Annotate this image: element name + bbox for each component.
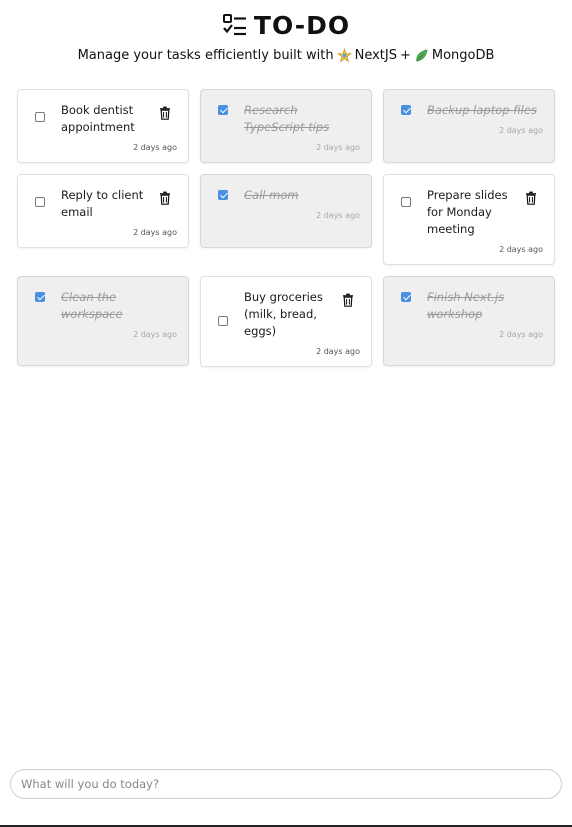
task-checkbox[interactable] [401, 292, 411, 302]
task-timestamp: 2 days ago [316, 143, 360, 152]
trash-icon[interactable] [342, 293, 354, 307]
new-task-input[interactable] [11, 770, 561, 798]
task-text: Prepare slides for Monday meeting [427, 188, 508, 236]
task-card[interactable]: Clean the workspace 2 days ago [17, 276, 189, 366]
task-timestamp: 2 days ago [499, 126, 543, 135]
task-text: Backup laptop files [427, 103, 537, 117]
task-card[interactable]: Backup laptop files 2 days ago [383, 89, 555, 163]
subtitle-text: Manage your tasks efficiently built with [77, 48, 334, 63]
mongodb-leaf-icon [416, 49, 428, 62]
task-timestamp: 2 days ago [133, 143, 177, 152]
task-card[interactable]: Buy groceries (milk, bread, eggs) 2 days… [200, 276, 372, 367]
task-checkbox[interactable] [401, 105, 411, 115]
task-timestamp: 2 days ago [133, 228, 177, 237]
task-checkbox[interactable] [218, 105, 228, 115]
task-timestamp: 2 days ago [316, 211, 360, 220]
trash-icon[interactable] [159, 191, 171, 205]
app-header: TO-DO Manage your tasks efficiently buil… [0, 8, 572, 64]
task-card[interactable]: Call mom 2 days ago [200, 174, 372, 248]
task-checkbox[interactable] [401, 197, 411, 207]
task-checkbox[interactable] [35, 292, 45, 302]
task-checkbox[interactable] [218, 316, 228, 326]
task-timestamp: 2 days ago [133, 330, 177, 339]
checklist-icon [222, 14, 246, 36]
task-card[interactable]: Research TypeScript tips 2 days ago [200, 89, 372, 163]
task-text: Reply to client email [61, 188, 144, 219]
page-subtitle: Manage your tasks efficiently built with… [0, 48, 572, 63]
task-timestamp: 2 days ago [499, 245, 543, 254]
task-text: Finish Next.js workshop [427, 290, 505, 321]
task-card[interactable]: Book dentist appointment 2 days ago [17, 89, 189, 163]
subtitle-tech-nextjs: NextJS [354, 48, 397, 63]
task-text: Clean the workspace [61, 290, 123, 321]
title-row: TO-DO [0, 8, 572, 42]
task-checkbox[interactable] [218, 190, 228, 200]
nextjs-star-icon [336, 48, 352, 63]
task-card[interactable]: Finish Next.js workshop 2 days ago [383, 276, 555, 366]
subtitle-plus: + [399, 48, 411, 63]
task-timestamp: 2 days ago [499, 330, 543, 339]
task-grid: Book dentist appointment 2 days ago Rese… [17, 89, 555, 367]
task-card[interactable]: Prepare slides for Monday meeting 2 days… [383, 174, 555, 265]
task-text: Book dentist appointment [61, 103, 135, 134]
task-timestamp: 2 days ago [316, 347, 360, 356]
page-title: TO-DO [253, 10, 351, 40]
task-text: Call mom [244, 188, 299, 202]
task-text: Research TypeScript tips [244, 103, 330, 134]
task-checkbox[interactable] [35, 112, 45, 122]
subtitle-tech-mongodb: MongoDB [431, 48, 495, 63]
new-task-input-wrapper [10, 769, 562, 799]
trash-icon[interactable] [159, 106, 171, 120]
task-text: Buy groceries (milk, bread, eggs) [244, 290, 323, 338]
task-checkbox[interactable] [35, 197, 45, 207]
trash-icon[interactable] [525, 191, 537, 205]
task-card[interactable]: Reply to client email 2 days ago [17, 174, 189, 248]
